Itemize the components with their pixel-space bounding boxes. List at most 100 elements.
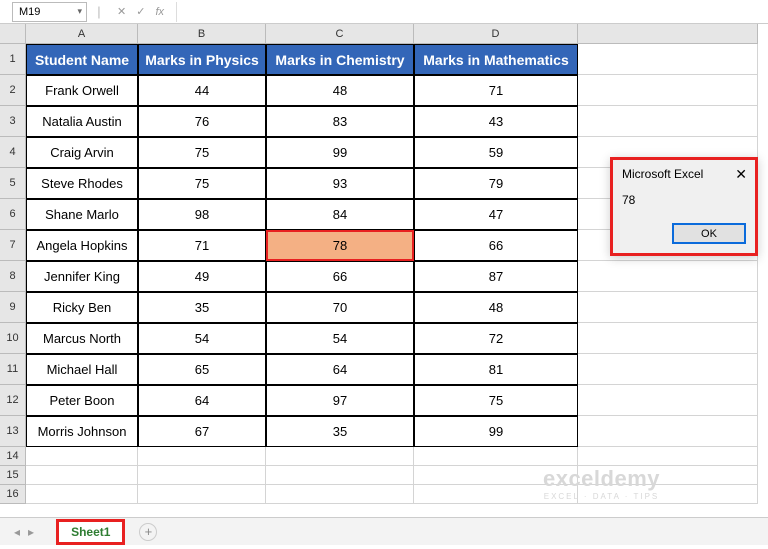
col-header-a[interactable]: A — [26, 24, 138, 44]
row-h[interactable]: 1 — [0, 44, 26, 75]
row-h[interactable]: 16 — [0, 485, 26, 504]
cell-name[interactable]: Morris Johnson — [26, 416, 138, 447]
name-box[interactable]: M19 ▾ — [12, 2, 87, 22]
cell-math[interactable]: 48 — [414, 292, 578, 323]
cell[interactable] — [138, 485, 266, 504]
cell-chem[interactable]: 84 — [266, 199, 414, 230]
close-icon[interactable]: ✕ — [735, 168, 747, 180]
cell-physics[interactable]: 49 — [138, 261, 266, 292]
cell-name[interactable]: Frank Orwell — [26, 75, 138, 106]
header-math[interactable]: Marks in Mathematics — [414, 44, 578, 75]
row-h[interactable]: 12 — [0, 385, 26, 416]
cell[interactable] — [578, 385, 758, 416]
cell-name[interactable]: Craig Arvin — [26, 137, 138, 168]
row-h[interactable]: 5 — [0, 168, 26, 199]
header-physics[interactable]: Marks in Physics — [138, 44, 266, 75]
cell-chem-highlighted[interactable]: 78 — [266, 230, 414, 261]
cell-math[interactable]: 59 — [414, 137, 578, 168]
cell-name[interactable]: Angela Hopkins — [26, 230, 138, 261]
cell-math[interactable]: 79 — [414, 168, 578, 199]
cell[interactable] — [578, 466, 758, 485]
cell-physics[interactable]: 75 — [138, 168, 266, 199]
cell-chem[interactable]: 48 — [266, 75, 414, 106]
cell-physics[interactable]: 35 — [138, 292, 266, 323]
cell[interactable] — [578, 323, 758, 354]
fx-icon[interactable]: fx — [155, 6, 164, 18]
row-h[interactable]: 11 — [0, 354, 26, 385]
row-h[interactable]: 2 — [0, 75, 26, 106]
cell-chem[interactable]: 70 — [266, 292, 414, 323]
next-sheet-icon[interactable]: ▸ — [28, 525, 34, 539]
cell[interactable] — [578, 447, 758, 466]
cell[interactable] — [26, 466, 138, 485]
cell-physics[interactable]: 54 — [138, 323, 266, 354]
cell-name[interactable]: Peter Boon — [26, 385, 138, 416]
header-name[interactable]: Student Name — [26, 44, 138, 75]
cell[interactable] — [578, 44, 758, 75]
cell-physics[interactable]: 98 — [138, 199, 266, 230]
cell[interactable] — [266, 466, 414, 485]
cell[interactable] — [266, 485, 414, 504]
cell-math[interactable]: 71 — [414, 75, 578, 106]
cell-physics[interactable]: 71 — [138, 230, 266, 261]
cell-name[interactable]: Michael Hall — [26, 354, 138, 385]
cell-physics[interactable]: 44 — [138, 75, 266, 106]
cell[interactable] — [266, 447, 414, 466]
cell-name[interactable]: Steve Rhodes — [26, 168, 138, 199]
col-header-d[interactable]: D — [414, 24, 578, 44]
row-h[interactable]: 14 — [0, 447, 26, 466]
cell-name[interactable]: Jennifer King — [26, 261, 138, 292]
cell-chem[interactable]: 66 — [266, 261, 414, 292]
cell-name[interactable]: Marcus North — [26, 323, 138, 354]
cell[interactable] — [578, 416, 758, 447]
tab-sheet1[interactable]: Sheet1 — [56, 519, 125, 545]
prev-sheet-icon[interactable]: ◂ — [14, 525, 20, 539]
cell-physics[interactable]: 65 — [138, 354, 266, 385]
cell-chem[interactable]: 97 — [266, 385, 414, 416]
cell-name[interactable]: Ricky Ben — [26, 292, 138, 323]
cell-physics[interactable]: 67 — [138, 416, 266, 447]
cell-physics[interactable]: 76 — [138, 106, 266, 137]
row-h[interactable]: 9 — [0, 292, 26, 323]
chevron-down-icon[interactable]: ▾ — [77, 6, 82, 17]
cell[interactable] — [26, 485, 138, 504]
cell-math[interactable]: 99 — [414, 416, 578, 447]
row-h[interactable]: 8 — [0, 261, 26, 292]
cell-math[interactable]: 47 — [414, 199, 578, 230]
row-h[interactable]: 15 — [0, 466, 26, 485]
formula-input[interactable] — [176, 2, 768, 22]
cell[interactable] — [26, 447, 138, 466]
cell[interactable] — [578, 354, 758, 385]
col-header-b[interactable]: B — [138, 24, 266, 44]
row-h[interactable]: 3 — [0, 106, 26, 137]
cell-name[interactable]: Natalia Austin — [26, 106, 138, 137]
cell-math[interactable]: 81 — [414, 354, 578, 385]
cell-chem[interactable]: 35 — [266, 416, 414, 447]
cell-chem[interactable]: 93 — [266, 168, 414, 199]
add-sheet-icon[interactable]: + — [139, 523, 157, 541]
row-h[interactable]: 4 — [0, 137, 26, 168]
cell-chem[interactable]: 83 — [266, 106, 414, 137]
cell-chem[interactable]: 54 — [266, 323, 414, 354]
row-h[interactable]: 13 — [0, 416, 26, 447]
cell-math[interactable]: 43 — [414, 106, 578, 137]
message-box-titlebar[interactable]: Microsoft Excel ✕ — [613, 160, 755, 186]
row-h[interactable]: 10 — [0, 323, 26, 354]
row-h[interactable]: 6 — [0, 199, 26, 230]
cell-math[interactable]: 66 — [414, 230, 578, 261]
cell[interactable] — [138, 447, 266, 466]
cell[interactable] — [414, 466, 578, 485]
cell-physics[interactable]: 75 — [138, 137, 266, 168]
cell[interactable] — [414, 485, 578, 504]
col-header-rest[interactable] — [578, 24, 758, 44]
row-h[interactable]: 7 — [0, 230, 26, 261]
cell-chem[interactable]: 99 — [266, 137, 414, 168]
cell[interactable] — [578, 75, 758, 106]
cell-math[interactable]: 72 — [414, 323, 578, 354]
cell-name[interactable]: Shane Marlo — [26, 199, 138, 230]
cell[interactable] — [578, 106, 758, 137]
cell[interactable] — [578, 292, 758, 323]
cell-physics[interactable]: 64 — [138, 385, 266, 416]
cell[interactable] — [578, 485, 758, 504]
cell-math[interactable]: 87 — [414, 261, 578, 292]
